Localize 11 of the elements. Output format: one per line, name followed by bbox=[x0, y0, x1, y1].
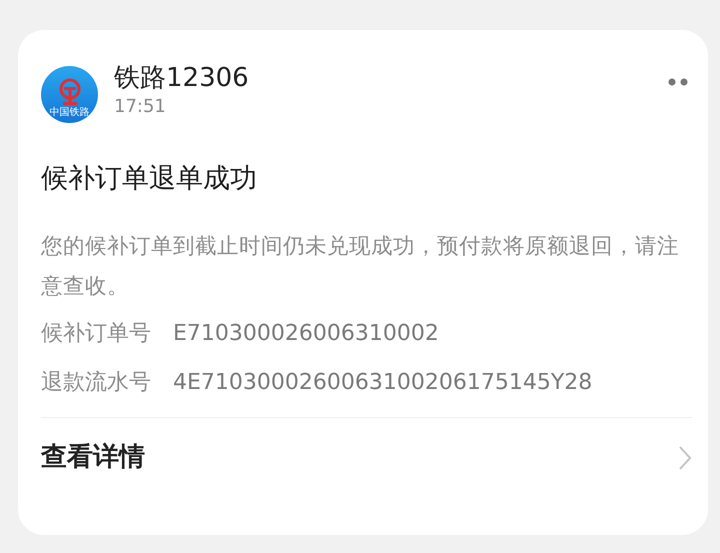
time-text: 17:51 bbox=[114, 96, 167, 118]
more-icon[interactable] bbox=[668, 78, 688, 86]
view-details-link[interactable]: 查看详情 bbox=[41, 418, 145, 498]
field-value: E710300026006310002 bbox=[173, 320, 439, 348]
notification-title: 候补订单退单成功 bbox=[41, 163, 258, 196]
app-name: 铁路12306 bbox=[114, 64, 250, 93]
notification-message: 您的候补订单到截止时间仍未兑现成功，预付款将原额退回，请注意查收。 bbox=[41, 233, 680, 302]
field-value: 4E7103000260063100206175145Y28 bbox=[173, 369, 592, 398]
field-label: 候补订单号 bbox=[41, 320, 151, 348]
field-label: 退款流水号 bbox=[41, 369, 151, 398]
logo-text: 中国铁路 bbox=[50, 108, 90, 118]
